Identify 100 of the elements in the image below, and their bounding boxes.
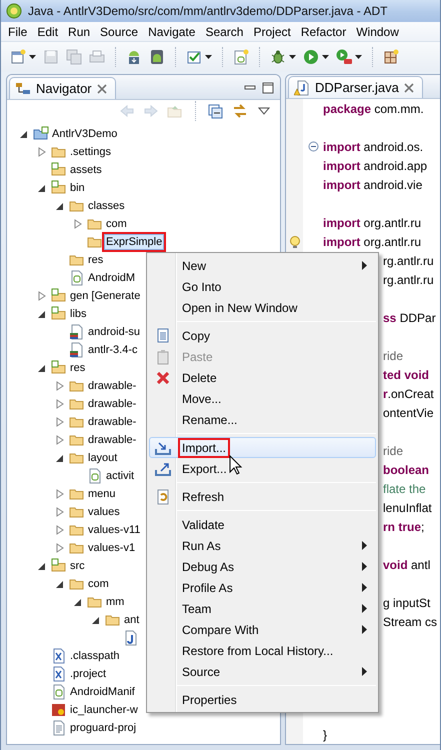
- context-menu-item[interactable]: Import...: [149, 437, 376, 458]
- tree-item[interactable]: com: [86, 576, 111, 592]
- menu-title[interactable]: Window: [351, 24, 404, 38]
- tree-item[interactable]: drawable-: [86, 396, 138, 412]
- collapsed-arrow-icon[interactable]: [55, 525, 64, 535]
- tree-item[interactable]: menu: [86, 486, 118, 502]
- context-menu-item[interactable]: Profile As: [149, 577, 376, 598]
- tree-item[interactable]: AntlrV3Demo: [50, 126, 120, 142]
- expanded-arrow-icon[interactable]: [73, 597, 82, 607]
- context-menu-item[interactable]: Debug As: [149, 556, 376, 577]
- expanded-arrow-icon[interactable]: [55, 579, 64, 589]
- context-menu-item[interactable]: Refresh: [149, 486, 376, 507]
- collapsed-arrow-icon[interactable]: [37, 147, 46, 157]
- caret-icon[interactable]: [355, 55, 362, 59]
- context-menu-item[interactable]: Team: [149, 598, 376, 619]
- menu-title[interactable]: Run: [63, 24, 96, 38]
- collapsed-arrow-icon[interactable]: [55, 489, 64, 499]
- tree-item[interactable]: AndroidManif: [68, 684, 137, 700]
- editor-tab[interactable]: DDParser.java: [288, 76, 423, 98]
- context-menu-item[interactable]: Delete: [149, 367, 376, 388]
- bug-icon[interactable]: [270, 49, 286, 65]
- context-menu-item[interactable]: Properties: [149, 689, 376, 710]
- context-menu-item[interactable]: Rename...: [149, 409, 376, 430]
- tree-item[interactable]: android-su: [86, 324, 142, 340]
- menu-title[interactable]: Search: [200, 24, 248, 38]
- checkbox-task-icon[interactable]: [186, 49, 202, 65]
- tree-item[interactable]: AndroidM: [86, 270, 138, 286]
- tree-item[interactable]: ic_launcher-w: [68, 702, 140, 718]
- tree-item[interactable]: bin: [68, 180, 87, 196]
- tree-item[interactable]: src: [68, 558, 87, 574]
- context-menu-item[interactable]: Restore from Local History...: [149, 640, 376, 661]
- tree-item[interactable]: drawable-: [86, 432, 138, 448]
- tree-item[interactable]: values-v11: [86, 522, 142, 538]
- tree-item[interactable]: libs: [68, 306, 89, 322]
- tree-item[interactable]: ant: [122, 612, 142, 628]
- expanded-arrow-icon[interactable]: [37, 363, 46, 373]
- tree-item[interactable]: drawable-: [86, 414, 138, 430]
- context-menu-item[interactable]: Move...: [149, 388, 376, 409]
- context-menu-item[interactable]: Run As: [149, 535, 376, 556]
- menu-title[interactable]: Edit: [32, 24, 64, 38]
- context-menu-item[interactable]: Copy: [149, 325, 376, 346]
- expanded-arrow-icon[interactable]: [37, 183, 46, 193]
- collapsed-arrow-icon[interactable]: [55, 417, 64, 427]
- menu-title[interactable]: Navigate: [143, 24, 200, 38]
- expanded-arrow-icon[interactable]: [37, 561, 46, 571]
- tree-item[interactable]: activit: [104, 468, 136, 484]
- code-line: g inputSt: [382, 596, 430, 610]
- maximize-icon[interactable]: [262, 82, 274, 94]
- menu-title[interactable]: File: [3, 24, 32, 38]
- menu-item-label: Open in New Window: [181, 300, 298, 316]
- expanded-arrow-icon[interactable]: [37, 309, 46, 319]
- tree-item[interactable]: assets: [68, 162, 104, 178]
- caret-icon[interactable]: [29, 55, 36, 59]
- collapsed-arrow-icon[interactable]: [55, 399, 64, 409]
- run-tools-icon[interactable]: [336, 49, 352, 65]
- new-wizard-icon[interactable]: [10, 49, 26, 65]
- context-menu-item[interactable]: Compare With: [149, 619, 376, 640]
- tree-item[interactable]: .classpath: [68, 648, 122, 664]
- close-icon[interactable]: [96, 84, 107, 94]
- tree-item[interactable]: classes: [86, 198, 127, 214]
- expanded-arrow-icon[interactable]: [19, 129, 28, 139]
- tree-item[interactable]: drawable-: [86, 378, 138, 394]
- fold-icon[interactable]: [308, 141, 318, 152]
- collapsed-arrow-icon[interactable]: [73, 219, 82, 229]
- tree-item[interactable]: gen [Generate: [68, 288, 142, 304]
- menu-title[interactable]: Project: [248, 24, 296, 38]
- tree-item[interactable]: res: [86, 252, 106, 268]
- menu-title[interactable]: Source: [95, 24, 144, 38]
- context-menu-item[interactable]: Go Into: [149, 276, 376, 297]
- collapsed-arrow-icon[interactable]: [55, 543, 64, 553]
- collapsed-arrow-icon[interactable]: [37, 291, 46, 301]
- tree-item[interactable]: antlr-3.4-c: [86, 342, 140, 358]
- caret-icon[interactable]: [322, 55, 329, 59]
- collapsed-arrow-icon[interactable]: [55, 381, 64, 391]
- tree-item[interactable]: mm: [104, 594, 126, 610]
- close-icon[interactable]: [404, 82, 414, 92]
- tree-item[interactable]: ExprSimple: [104, 234, 164, 250]
- collapsed-arrow-icon[interactable]: [55, 507, 64, 517]
- tree-item[interactable]: .project: [68, 666, 108, 682]
- warning-lightbulb-icon[interactable]: [288, 234, 302, 248]
- context-menu-item[interactable]: Source: [149, 661, 376, 682]
- tree-item[interactable]: values: [86, 504, 122, 520]
- caret-icon[interactable]: [289, 55, 296, 59]
- context-menu-item[interactable]: Export...: [149, 458, 376, 479]
- context-menu-item[interactable]: Open in New Window: [149, 297, 376, 318]
- menu-title[interactable]: Refactor: [296, 24, 352, 38]
- view-tab[interactable]: Navigator: [9, 77, 116, 99]
- tree-item[interactable]: res: [68, 360, 88, 376]
- context-menu-item[interactable]: Validate: [149, 514, 376, 535]
- tree-item[interactable]: .settings: [68, 144, 113, 160]
- caret-icon[interactable]: [205, 55, 212, 59]
- expanded-arrow-icon[interactable]: [91, 615, 100, 625]
- expanded-arrow-icon[interactable]: [55, 201, 64, 211]
- collapsed-arrow-icon[interactable]: [55, 435, 64, 445]
- tree-item[interactable]: values-v1: [86, 540, 138, 556]
- context-menu-item[interactable]: New: [149, 255, 376, 276]
- tree-item[interactable]: com: [104, 216, 129, 232]
- expanded-arrow-icon[interactable]: [55, 453, 64, 463]
- tree-item[interactable]: proguard-proj: [68, 720, 138, 736]
- tree-item[interactable]: layout: [86, 450, 120, 466]
